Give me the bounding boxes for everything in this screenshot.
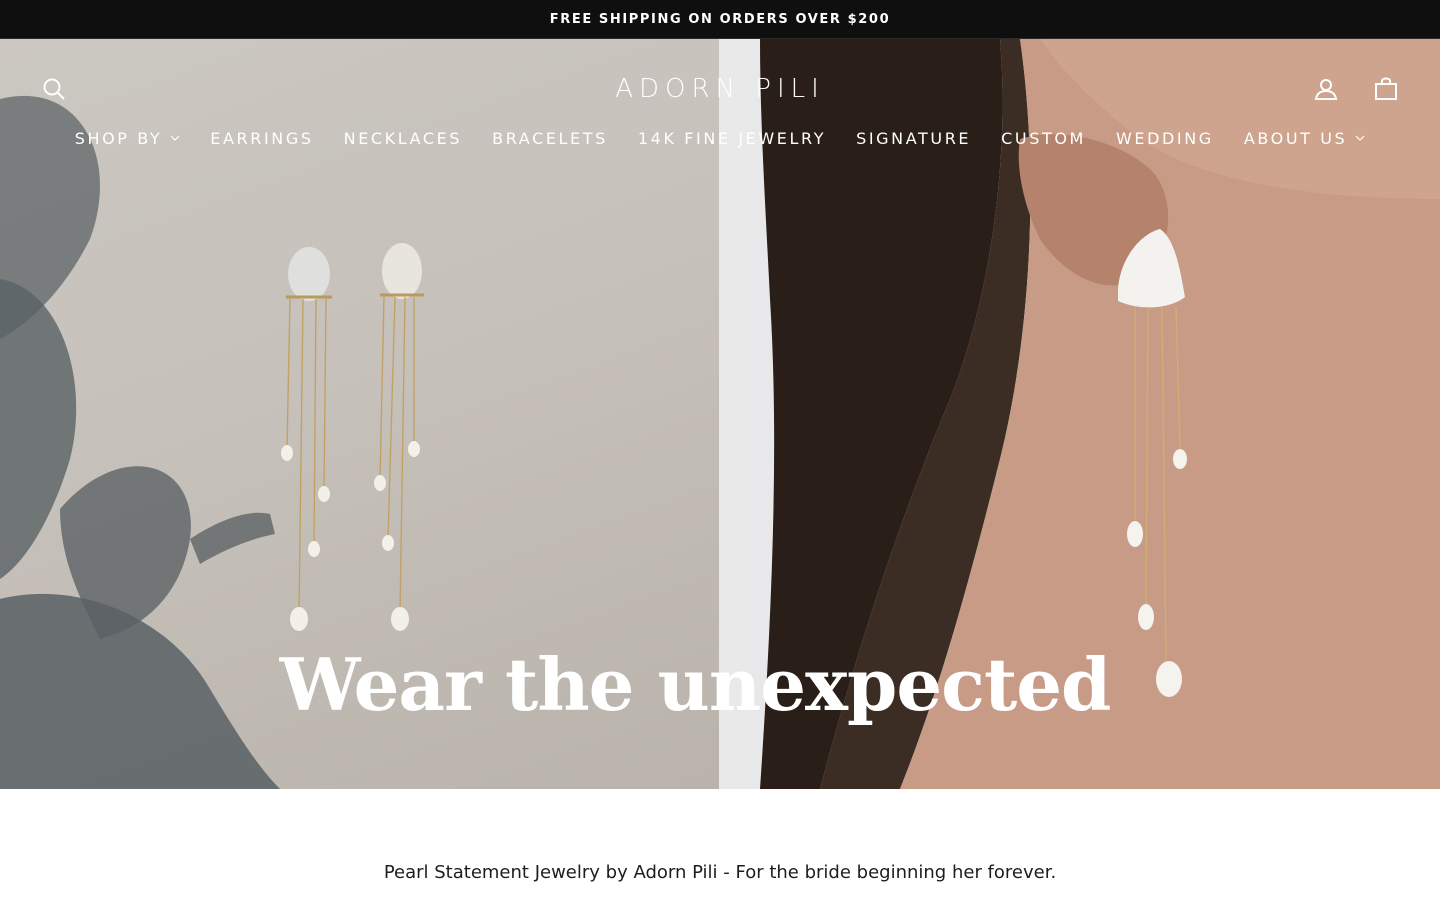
nav-item-bracelets[interactable]: BRACELETS [492, 129, 608, 148]
nav-item-label: 14K FINE JEWELRY [637, 128, 827, 148]
nav-item-label: EARRINGS [210, 128, 314, 148]
nav-item-label: BRACELETS [492, 128, 608, 148]
nav-item-label: NECKLACES [343, 128, 463, 148]
search-icon [43, 78, 65, 100]
main-navigation: SHOP BY EARRINGS NECKLACES BRACELETS 14K… [0, 123, 1440, 153]
site-header: ADORN PILI SHOP BY EARRINGS NECKLACES BR… [0, 39, 1440, 159]
cart-button[interactable] [1366, 69, 1406, 109]
nav-item-label: SHOP BY [74, 128, 163, 148]
announcement-text: FREE SHIPPING ON ORDERS OVER $200 [549, 11, 891, 27]
nav-item-label: ABOUT US [1243, 128, 1348, 148]
hero-title-text: Wear the unexpected [279, 642, 1112, 727]
nav-item-custom[interactable]: CUSTOM [1001, 129, 1086, 148]
search-button[interactable] [34, 69, 74, 109]
hero-title: Wear the unexpected [0, 640, 1440, 730]
chevron-down-icon [1355, 135, 1365, 141]
nav-item-label: SIGNATURE [856, 128, 972, 148]
nav-item-wedding[interactable]: WEDDING [1116, 129, 1214, 148]
nav-item-label: WEDDING [1115, 128, 1214, 148]
nav-item-about-us[interactable]: ABOUT US [1244, 129, 1365, 148]
bag-icon [1375, 77, 1397, 100]
nav-item-necklaces[interactable]: NECKLACES [344, 129, 463, 148]
intro-tagline: Pearl Statement Jewelry by Adorn Pili - … [383, 862, 1057, 883]
nav-item-shop-by[interactable]: SHOP BY [75, 129, 181, 148]
site-logo[interactable]: ADORN PILI [520, 69, 920, 109]
nav-item-signature[interactable]: SIGNATURE [856, 129, 971, 148]
nav-item-label: CUSTOM [1001, 128, 1086, 148]
nav-item-fine-jewelry[interactable]: 14K FINE JEWELRY [638, 129, 826, 148]
chevron-down-icon [170, 135, 180, 141]
account-button[interactable] [1306, 69, 1346, 109]
announcement-bar: FREE SHIPPING ON ORDERS OVER $200 [0, 0, 1440, 39]
user-icon [1314, 79, 1338, 100]
nav-item-earrings[interactable]: EARRINGS [210, 129, 313, 148]
